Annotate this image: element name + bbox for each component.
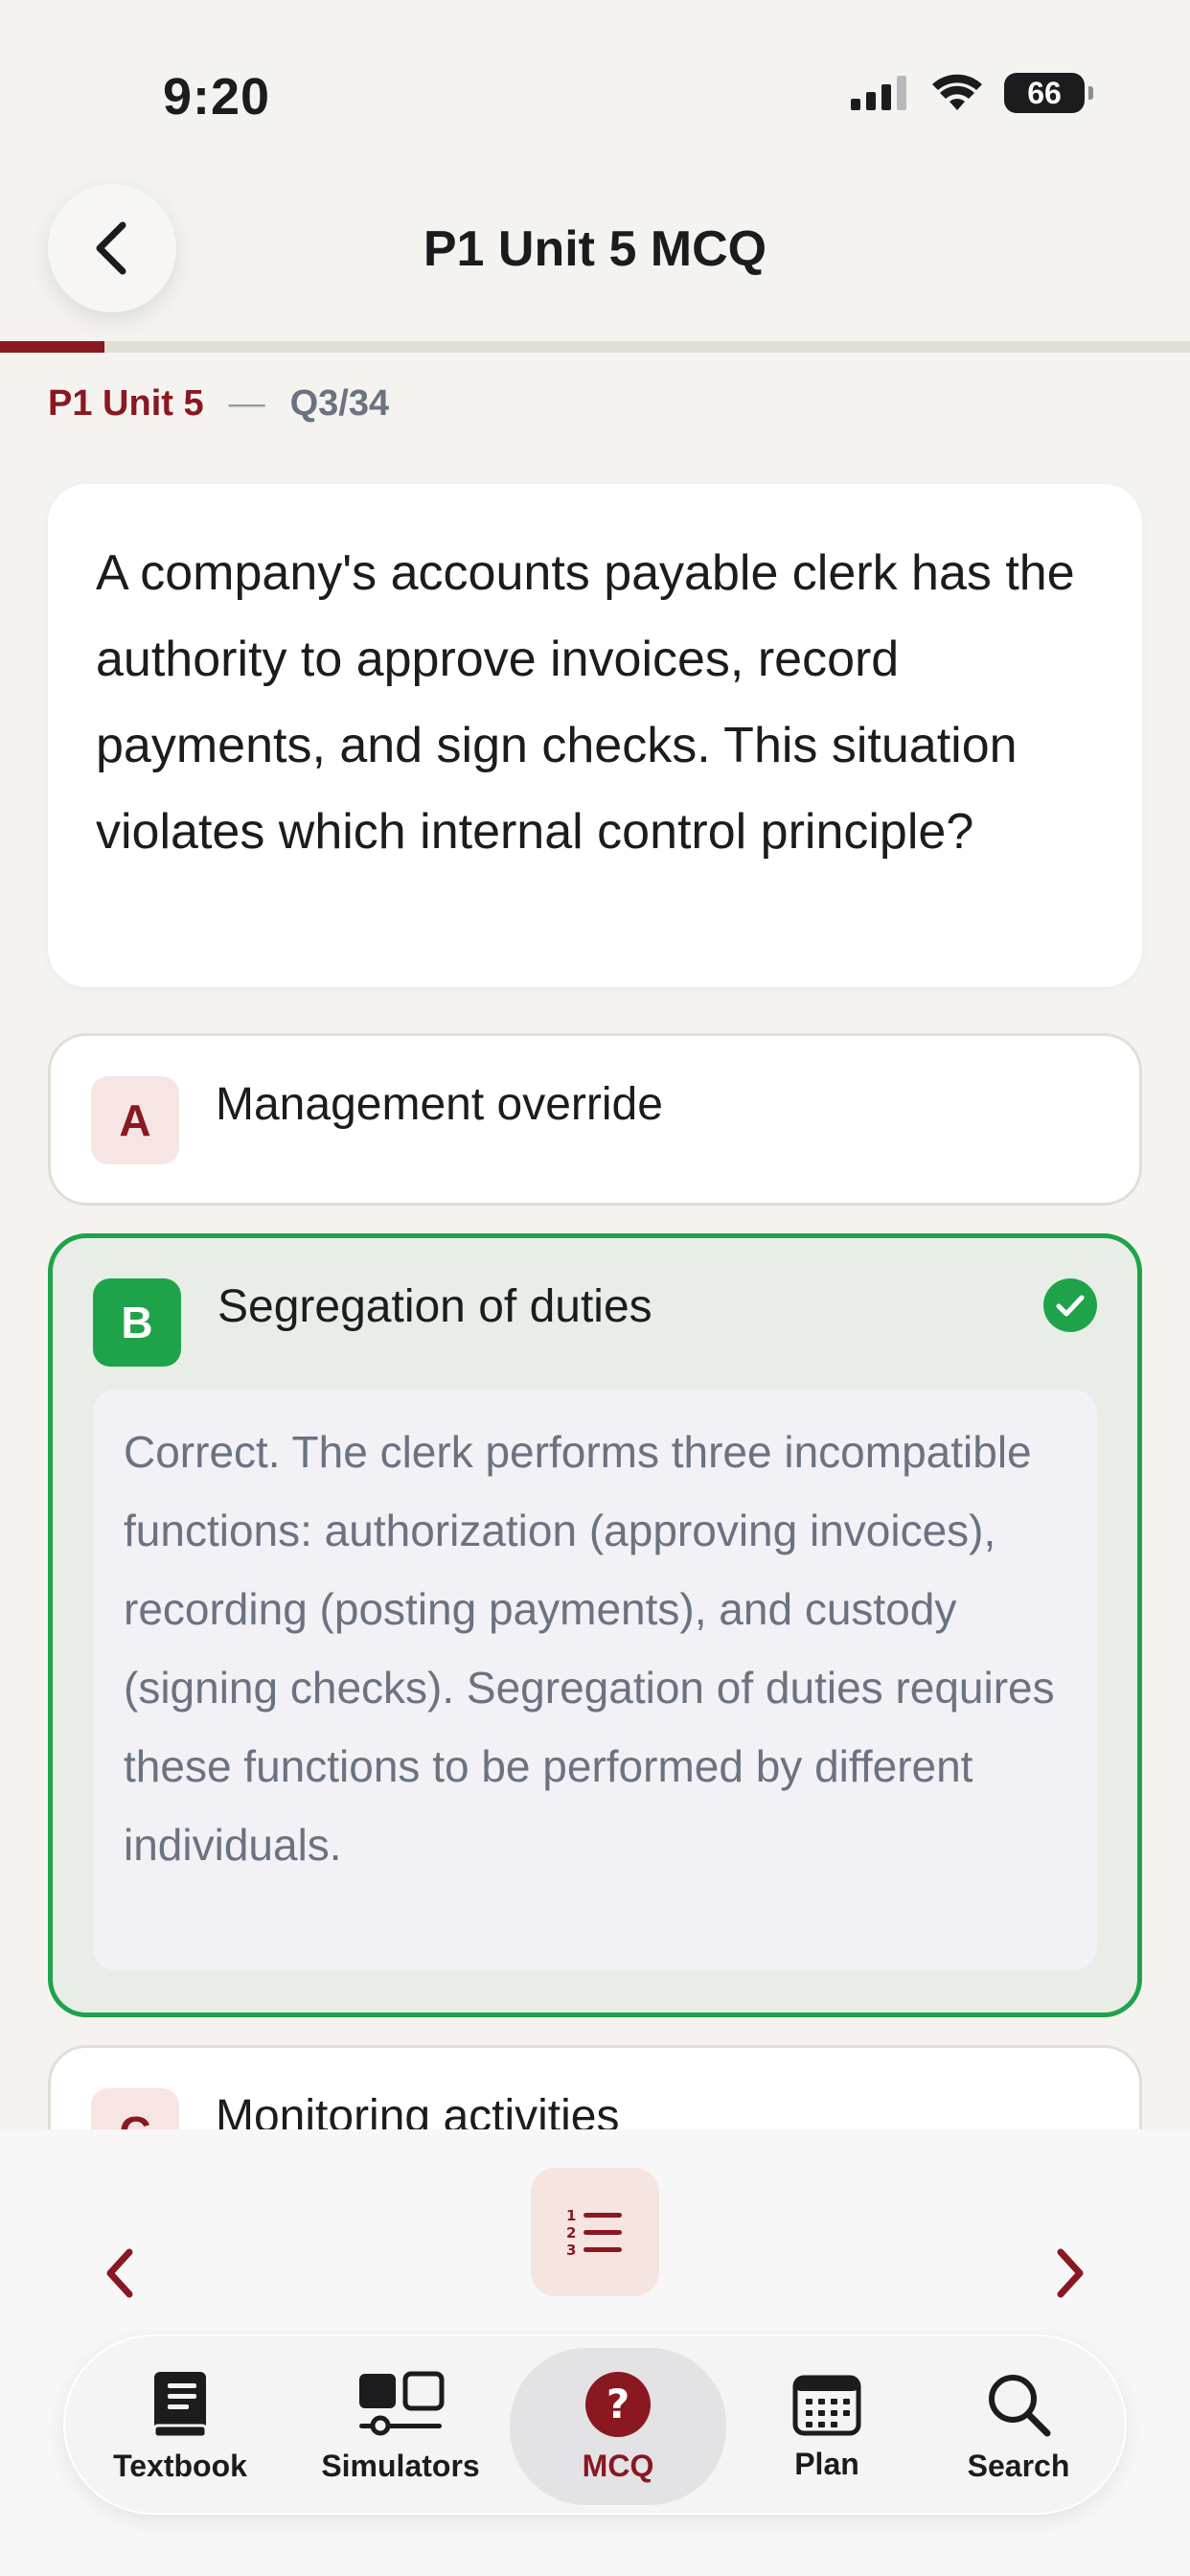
option-b[interactable]: B Segregation of duties Correct. The cle…	[48, 1233, 1142, 2017]
book-icon	[152, 2371, 208, 2438]
option-letter-badge: B	[93, 1278, 181, 1367]
option-label: Segregation of duties	[217, 1281, 652, 1332]
search-icon	[989, 2374, 1051, 2436]
question-list-button[interactable]: 1 2 3	[531, 2168, 659, 2296]
status-time: 9:20	[163, 68, 271, 126]
breadcrumb: P1 Unit 5 — Q3/34	[48, 383, 389, 425]
page-title: P1 Unit 5 MCQ	[423, 221, 767, 277]
svg-text:3: 3	[566, 2242, 576, 2259]
breadcrumb-separator: —	[228, 383, 265, 424]
wifi-icon	[932, 74, 982, 110]
option-letter-badge: A	[91, 1076, 179, 1164]
tab-label: Search	[967, 2448, 1070, 2483]
simulators-icon	[359, 2371, 445, 2435]
question-card: A company's accounts payable clerk has t…	[48, 484, 1142, 987]
tab-plan[interactable]: Plan	[736, 2336, 918, 2517]
battery-level: 66	[1027, 75, 1062, 110]
tab-bar: Textbook Simulators ? MCQ Plan Search	[63, 2334, 1127, 2515]
next-question-button[interactable]	[1032, 2235, 1109, 2312]
tab-textbook[interactable]: Textbook	[84, 2336, 276, 2517]
status-bar: 9:20 66	[0, 0, 1190, 172]
numbered-list-icon: 1 2 3	[566, 2207, 622, 2259]
battery-icon: 66	[1004, 73, 1093, 113]
tab-label: MCQ	[582, 2448, 654, 2483]
tab-search[interactable]: Search	[927, 2336, 1110, 2517]
option-label: Management override	[216, 1079, 663, 1130]
question-counter: Q3/34	[289, 383, 390, 424]
option-a[interactable]: A Management override	[48, 1033, 1142, 1206]
tab-label: Simulators	[321, 2448, 480, 2483]
tab-mcq[interactable]: ? MCQ	[510, 2348, 726, 2505]
bottom-navigation: 1 2 3 Textbook Simulators ? MCQ Plan Sea…	[0, 2129, 1190, 2576]
tab-label: Textbook	[113, 2448, 247, 2483]
breadcrumb-unit: P1 Unit 5	[48, 383, 204, 424]
cellular-signal-icon	[851, 76, 906, 110]
calendar-icon	[792, 2375, 861, 2435]
svg-text:?: ?	[606, 2380, 629, 2427]
progress-fill	[0, 341, 105, 353]
question-text: A company's accounts payable clerk has t…	[96, 545, 1075, 860]
previous-question-button[interactable]	[81, 2235, 158, 2312]
svg-text:2: 2	[566, 2224, 576, 2242]
header: P1 Unit 5 MCQ	[0, 172, 1190, 335]
status-icons: 66	[851, 73, 1093, 113]
chevron-right-icon	[1057, 2248, 1084, 2298]
svg-text:1: 1	[566, 2207, 576, 2224]
tab-label: Plan	[794, 2446, 859, 2481]
question-icon: ?	[585, 2371, 651, 2437]
answer-explanation: Correct. The clerk performs three incomp…	[93, 1390, 1097, 1970]
tab-simulators[interactable]: Simulators	[295, 2336, 506, 2517]
chevron-left-icon	[106, 2248, 133, 2298]
progress-bar	[0, 341, 1190, 353]
checkmark-circle-icon	[1043, 1278, 1097, 1332]
